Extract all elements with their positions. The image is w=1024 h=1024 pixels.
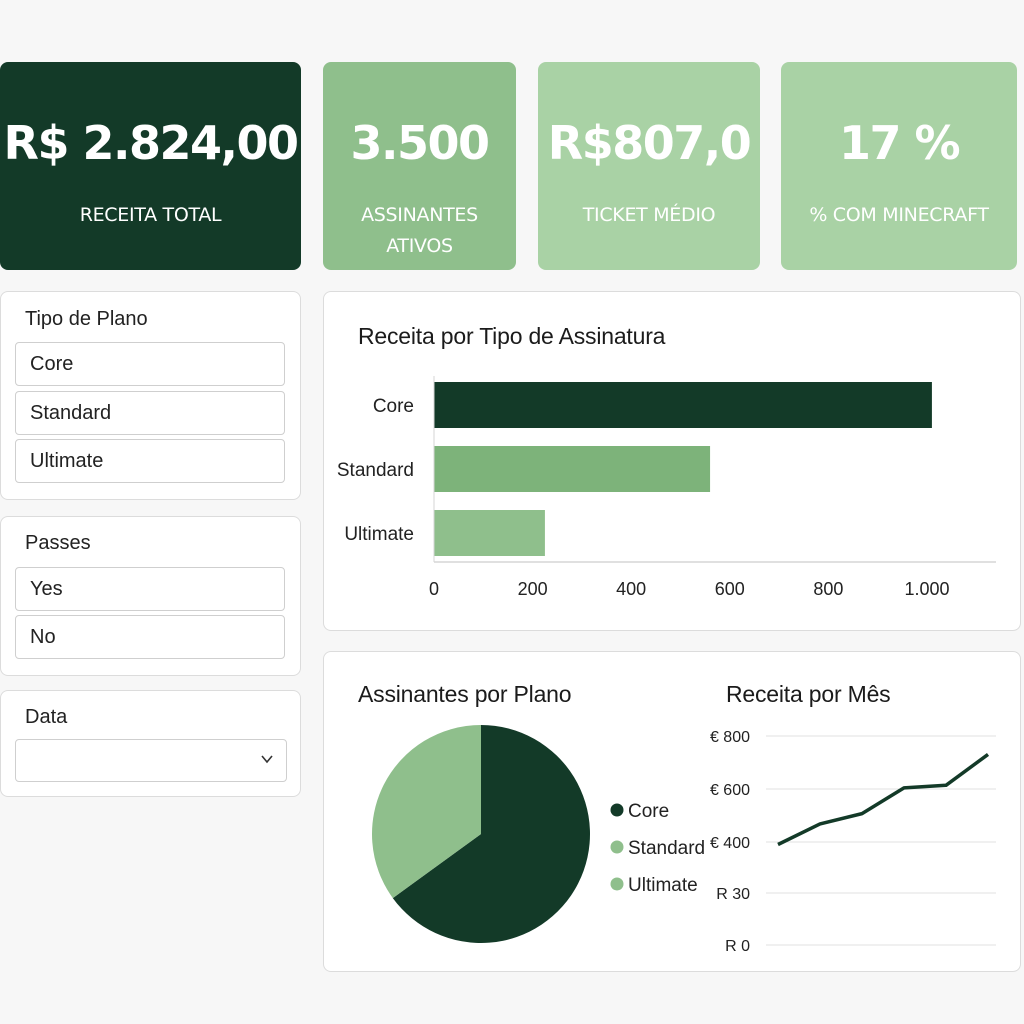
filter-option-core[interactable]: Core [15,342,285,386]
filter-title: Tipo de Plano [25,308,148,330]
legend-marker [610,803,624,817]
bar-standard [434,446,711,492]
kpi-card-receita-total: R$ 2.824,00 RECEITA TOTAL [0,62,301,270]
bar-category-label: Standard [337,460,414,481]
bar-x-tick-label: 400 [616,579,646,599]
bottom-charts-panel: Assinantes por Plano Receita por Mês Cor… [323,651,1021,972]
bar-chart: Core Standard Ultimate 0 200 400 600 800 1.000 [337,376,996,599]
kpi-card-assinantes-ativos: 3.500 ASSINANTES ATIVOS [323,62,516,270]
legend-label: Core [628,801,669,822]
legend-label: Ultimate [628,875,698,896]
pie-chart: Core Standard Ultimate [372,725,704,943]
bar-x-tick-label: 1.000 [904,579,949,599]
line-series [777,753,990,847]
line-chart: € 800 € 600 € 400 R 30 R 0 [710,729,996,955]
kpi-value: 3.500 [350,116,490,170]
bar-x-tick-label: 800 [813,579,843,599]
legend-label: Standard [628,838,704,859]
kpi-label: TICKET MÉDIO [582,204,716,226]
kpi-value: 17 % [838,116,961,170]
filter-panel-plan: Tipo de Plano Core Standard Ultimate [0,291,301,500]
filter-title: Data [25,706,68,728]
filter-panel-passes: Passes Yes No [0,516,301,676]
bar-x-tick-label: 0 [429,579,439,599]
kpi-value: R$ 2.824,00 [3,116,299,170]
bar-core [434,382,932,428]
bar-category-label: Core [373,396,414,417]
line-y-tick-label: R 0 [725,938,750,955]
filter-option-yes[interactable]: Yes [15,567,285,611]
date-dropdown[interactable] [15,739,287,782]
kpi-label: RECEITA TOTAL [79,204,222,226]
bar-x-tick-label: 200 [518,579,548,599]
filter-panel-date: Data [0,690,301,797]
bar-category-label: Ultimate [344,524,414,545]
legend-marker [610,840,624,854]
chevron-down-icon[interactable] [260,752,274,766]
kpi-card-com-minecraft: 17 % % COM MINECRAFT [781,62,1017,270]
filter-option-no[interactable]: No [15,615,285,659]
filter-title: Passes [25,532,91,554]
filter-option-ultimate[interactable]: Ultimate [15,439,285,483]
legend-marker [610,877,624,891]
kpi-label: ASSINANTES ATIVOS [361,204,478,257]
bar-ultimate [434,510,545,556]
kpi-label: % COM MINECRAFT [809,204,989,226]
bar-x-tick-label: 600 [715,579,745,599]
kpi-card-ticket-medio: R$807,0 TICKET MÉDIO [538,62,760,270]
line-y-tick-label: € 400 [710,835,750,852]
line-y-tick-label: € 600 [710,782,750,799]
line-y-tick-label: € 800 [710,729,750,746]
kpi-value: R$807,0 [547,116,752,170]
filter-option-standard[interactable]: Standard [15,391,285,435]
line-y-tick-label: R 30 [716,886,750,903]
bar-chart-panel: Receita por Tipo de Assinatura Core Stand… [323,291,1021,631]
